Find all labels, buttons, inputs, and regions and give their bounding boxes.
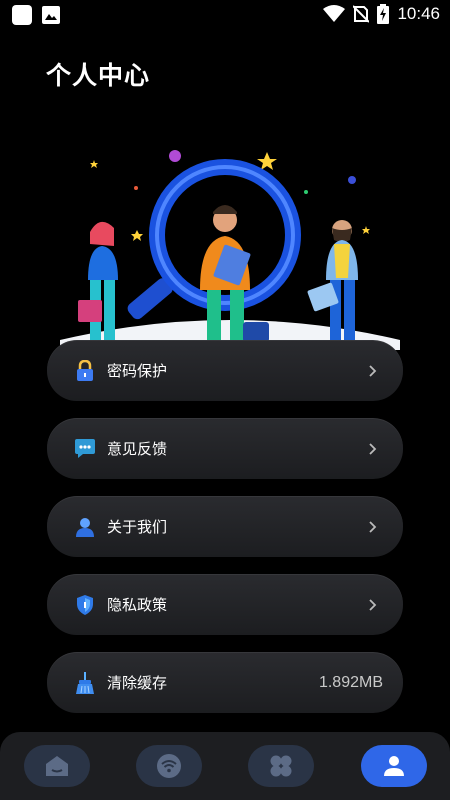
notification-square-icon <box>12 5 32 25</box>
tab-wifi[interactable] <box>136 745 202 787</box>
chevron-right-icon <box>369 364 377 377</box>
lock-icon <box>73 359 97 383</box>
chevron-right-icon <box>369 598 377 611</box>
no-sim-icon <box>353 5 370 23</box>
tab-home[interactable] <box>24 745 90 787</box>
apps-icon <box>270 755 292 777</box>
profile-icon <box>384 756 404 776</box>
status-bar: 10:46 <box>0 0 450 32</box>
battery-charging-icon <box>377 4 390 24</box>
menu-item-privacy-policy[interactable]: 隐私政策 <box>47 574 403 635</box>
chevron-right-icon <box>369 442 377 455</box>
menu-item-password-protection[interactable]: 密码保护 <box>47 340 403 401</box>
status-time: 10:46 <box>397 4 440 23</box>
chevron-right-icon <box>369 520 377 533</box>
wifi-icon <box>157 754 181 778</box>
menu-item-about-us[interactable]: 关于我们 <box>47 496 403 557</box>
cache-size-value: 1.892MB <box>318 673 383 691</box>
tab-profile[interactable] <box>361 745 427 787</box>
home-icon <box>46 756 68 776</box>
broom-icon <box>73 671 97 695</box>
menu-item-label: 隐私政策 <box>107 596 168 614</box>
bottom-navigation <box>0 732 450 800</box>
wifi-icon <box>323 5 346 22</box>
tab-apps[interactable] <box>248 745 314 787</box>
page-title: 个人中心 <box>46 61 151 90</box>
menu-item-label: 密码保护 <box>107 362 168 380</box>
shield-icon <box>73 593 97 617</box>
user-icon <box>73 515 97 539</box>
menu-item-label: 意见反馈 <box>107 440 168 458</box>
menu-item-clear-cache[interactable]: 清除缓存 1.892MB <box>47 652 403 713</box>
menu-item-feedback[interactable]: 意见反馈 <box>47 418 403 479</box>
menu-item-label: 关于我们 <box>107 518 168 536</box>
menu-item-label: 清除缓存 <box>107 674 168 692</box>
hero-illustration <box>60 150 400 350</box>
feedback-icon <box>73 437 97 461</box>
image-icon <box>42 6 60 24</box>
